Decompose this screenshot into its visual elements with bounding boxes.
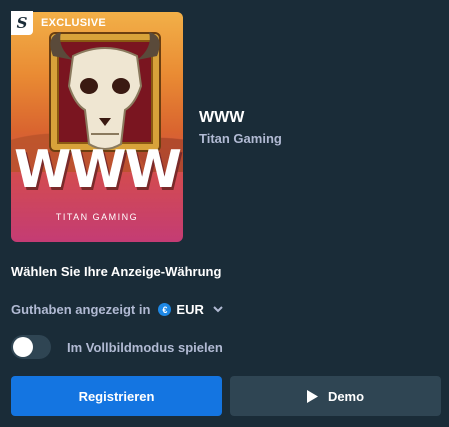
demo-button[interactable]: Demo: [230, 376, 441, 416]
euro-icon: €: [158, 303, 172, 316]
register-button-label: Registrieren: [78, 388, 155, 404]
fullscreen-toggle[interactable]: [11, 335, 51, 359]
fullscreen-label: Im Vollbildmodus spielen: [67, 339, 223, 355]
chevron-down-icon: [213, 306, 223, 313]
exclusive-badge: S EXCLUSIVE: [11, 11, 107, 35]
cover-frame: [50, 32, 160, 150]
fullscreen-row: Im Vollbildmodus spielen: [11, 335, 223, 359]
register-button[interactable]: Registrieren: [11, 376, 222, 416]
game-title: WWW: [199, 109, 245, 126]
exclusive-label: EXCLUSIVE: [41, 17, 107, 29]
demo-button-label: Demo: [327, 388, 365, 404]
toggle-knob: [13, 337, 33, 357]
currency-value: EUR: [176, 302, 204, 317]
game-cover[interactable]: WWW TITAN GAMING: [11, 12, 183, 242]
stake-logo-icon: S: [11, 11, 33, 35]
currency-row: Guthaben angezeigt in € EUR: [11, 302, 223, 317]
bull-skull-icon: [50, 32, 160, 150]
currency-select[interactable]: € EUR: [158, 302, 223, 317]
play-icon: [306, 389, 318, 403]
cover-studio: TITAN GAMING: [55, 212, 139, 222]
game-studio-link[interactable]: Titan Gaming: [199, 131, 282, 146]
currency-heading: Wählen Sie Ihre Anzeige-Währung: [11, 264, 222, 279]
currency-label: Guthaben angezeigt in: [11, 302, 151, 317]
cover-title: WWW: [13, 140, 182, 200]
